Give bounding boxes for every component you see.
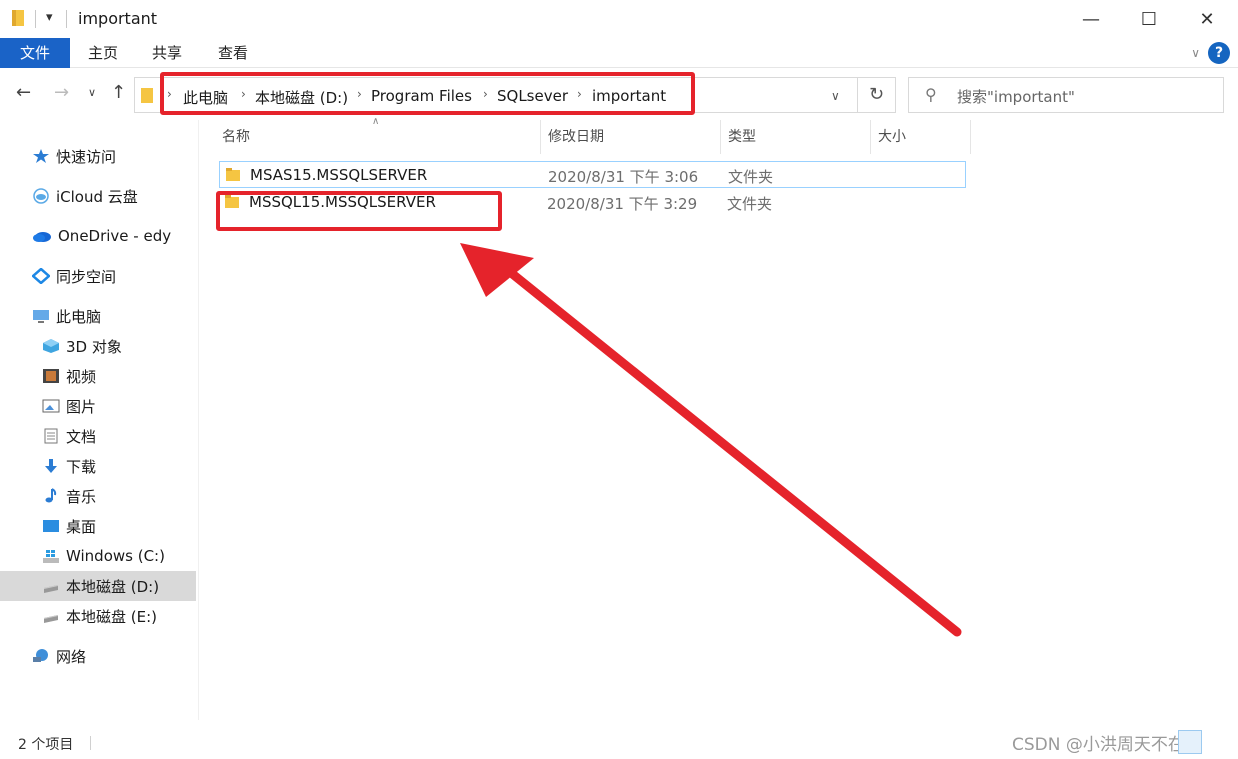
search-placeholder: 搜索"important" bbox=[957, 88, 1075, 106]
tab-file[interactable]: 文件 bbox=[0, 38, 70, 68]
window-title: important bbox=[78, 9, 158, 28]
file-type: 文件夹 bbox=[727, 195, 773, 213]
column-separator[interactable] bbox=[540, 120, 541, 154]
sidebar-item-this-pc[interactable]: 此电脑 bbox=[32, 301, 101, 331]
tab-share[interactable]: 共享 bbox=[152, 38, 182, 68]
sidebar-item-drive-d[interactable]: 本地磁盘 (D:) bbox=[0, 571, 196, 601]
sidebar-item-label: 音乐 bbox=[66, 487, 97, 506]
sidebar-item-label: 桌面 bbox=[66, 517, 97, 536]
sidebar-item-onedrive[interactable]: OneDrive - edy bbox=[32, 221, 171, 251]
recent-locations-chevron-icon[interactable]: ∨ bbox=[88, 86, 96, 99]
sidebar-item-label: 本地磁盘 (D:) bbox=[66, 577, 160, 596]
details-view-icon[interactable] bbox=[1178, 730, 1202, 754]
windows-drive-icon bbox=[43, 550, 59, 563]
tab-home[interactable]: 主页 bbox=[88, 38, 118, 68]
download-icon bbox=[45, 459, 57, 473]
sync-space-icon bbox=[32, 268, 50, 284]
quick-access-dropdown-icon[interactable]: ▾ bbox=[46, 10, 53, 25]
column-header-type[interactable]: 类型 bbox=[728, 126, 756, 146]
minimize-button[interactable]: — bbox=[1062, 0, 1120, 38]
pane-divider[interactable] bbox=[198, 120, 199, 720]
status-item-count: 2 个项目 bbox=[18, 737, 74, 753]
column-header-modified[interactable]: 修改日期 bbox=[548, 126, 604, 146]
refresh-icon[interactable]: ↻ bbox=[858, 77, 896, 113]
status-separator bbox=[90, 736, 91, 750]
sidebar-item-documents[interactable]: 文档 bbox=[42, 421, 96, 451]
column-header-name[interactable]: 名称 bbox=[222, 126, 250, 146]
folder-icon bbox=[226, 168, 240, 181]
computer-icon bbox=[33, 310, 49, 323]
address-history-chevron-icon[interactable]: ∨ bbox=[831, 89, 840, 103]
close-button[interactable]: ✕ bbox=[1178, 0, 1236, 38]
file-name: MSAS15.MSSQLSERVER bbox=[250, 166, 428, 184]
search-input[interactable]: ⚲ 搜索"important" bbox=[908, 77, 1224, 113]
column-header-size[interactable]: 大小 bbox=[878, 126, 906, 146]
sidebar-item-icloud[interactable]: iCloud 云盘 bbox=[32, 181, 138, 211]
ribbon-tabs: 文件 主页 共享 查看 ∨ ? bbox=[0, 38, 1238, 68]
sidebar-item-network[interactable]: 网络 bbox=[32, 641, 86, 671]
sidebar-item-label: iCloud 云盘 bbox=[56, 187, 138, 206]
file-type: 文件夹 bbox=[728, 168, 774, 186]
large-icons-view-icon[interactable] bbox=[1206, 730, 1230, 754]
drive-icon bbox=[44, 585, 58, 593]
sidebar-item-label: OneDrive - edy bbox=[58, 227, 172, 245]
title-separator bbox=[66, 10, 67, 28]
file-row[interactable]: MSAS15.MSSQLSERVER 2020/8/31 下午 3:06 文件夹 bbox=[219, 161, 966, 188]
sidebar-item-label: 同步空间 bbox=[56, 267, 117, 286]
annotation-highlight-box bbox=[216, 191, 502, 231]
drive-icon bbox=[44, 615, 58, 623]
3d-objects-icon bbox=[43, 339, 59, 353]
sidebar-item-label: 下载 bbox=[66, 457, 97, 476]
help-icon[interactable]: ? bbox=[1208, 42, 1230, 64]
sidebar-item-sync-space[interactable]: 同步空间 bbox=[32, 261, 116, 291]
file-modified: 2020/8/31 下午 3:29 bbox=[547, 195, 698, 213]
title-separator bbox=[35, 10, 36, 28]
annotation-highlight-box bbox=[160, 72, 695, 115]
expand-ribbon-icon[interactable]: ∨ bbox=[1191, 46, 1200, 60]
sidebar-item-pictures[interactable]: 图片 bbox=[42, 391, 96, 421]
column-separator[interactable] bbox=[870, 120, 871, 154]
music-icon bbox=[45, 488, 57, 503]
sidebar-item-desktop[interactable]: 桌面 bbox=[42, 511, 96, 541]
folder-icon bbox=[141, 88, 153, 103]
file-modified: 2020/8/31 下午 3:06 bbox=[548, 168, 699, 186]
documents-icon bbox=[44, 428, 58, 444]
sidebar-item-label: 3D 对象 bbox=[66, 337, 122, 356]
icloud-icon bbox=[33, 188, 49, 204]
forward-arrow-icon[interactable]: → bbox=[54, 82, 69, 103]
sidebar-item-label: 此电脑 bbox=[56, 307, 102, 326]
desktop-icon bbox=[43, 520, 59, 532]
tab-view[interactable]: 查看 bbox=[218, 38, 248, 68]
sort-ascending-icon: ∧ bbox=[372, 116, 380, 127]
sidebar-item-quick-access[interactable]: 快速访问 bbox=[32, 141, 116, 171]
sidebar-item-downloads[interactable]: 下载 bbox=[42, 451, 96, 481]
sidebar-item-label: 快速访问 bbox=[56, 147, 117, 166]
sidebar-item-drive-c[interactable]: Windows (C:) bbox=[42, 541, 165, 571]
sidebar-item-label: 网络 bbox=[56, 647, 87, 666]
watermark-text: CSDN @小洪周天不在家 bbox=[1012, 735, 1202, 755]
column-separator[interactable] bbox=[970, 120, 971, 154]
sidebar-item-videos[interactable]: 视频 bbox=[42, 361, 96, 391]
sidebar-item-label: 本地磁盘 (E:) bbox=[66, 607, 158, 626]
sidebar-item-label: 图片 bbox=[66, 397, 97, 416]
maximize-button[interactable]: ☐ bbox=[1120, 0, 1178, 38]
back-arrow-icon[interactable]: ← bbox=[16, 82, 31, 103]
network-icon bbox=[33, 649, 48, 662]
search-icon: ⚲ bbox=[925, 85, 937, 104]
sidebar-item-music[interactable]: 音乐 bbox=[42, 481, 96, 511]
navigation-pane: 快速访问 iCloud 云盘 OneDrive - edy 同步空间 此电脑 3… bbox=[0, 120, 198, 720]
folder-icon bbox=[12, 10, 24, 26]
sidebar-item-label: 文档 bbox=[66, 427, 97, 446]
sidebar-item-drive-e[interactable]: 本地磁盘 (E:) bbox=[42, 601, 157, 631]
sidebar-item-3d-objects[interactable]: 3D 对象 bbox=[42, 331, 122, 361]
star-icon bbox=[33, 149, 49, 163]
title-bar: ▾ important — ☐ ✕ bbox=[0, 0, 1238, 38]
sidebar-item-label: 视频 bbox=[66, 367, 97, 386]
pictures-icon bbox=[42, 399, 60, 413]
sidebar-item-label: Windows (C:) bbox=[66, 547, 165, 565]
column-separator[interactable] bbox=[720, 120, 721, 154]
up-arrow-icon[interactable]: ↑ bbox=[111, 82, 126, 103]
onedrive-icon bbox=[33, 232, 51, 242]
video-icon bbox=[43, 369, 59, 383]
